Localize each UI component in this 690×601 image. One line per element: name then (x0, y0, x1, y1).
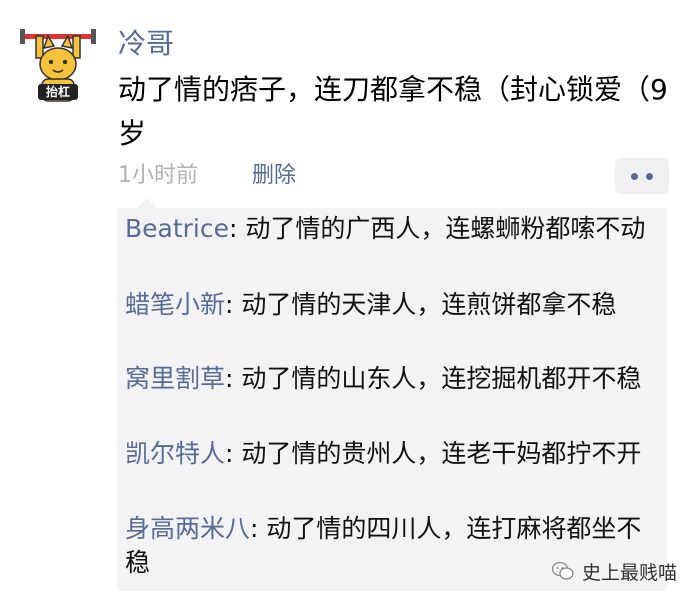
more-dot-icon (631, 173, 638, 180)
comment-text: 动了情的山东人，连挖掘机都开不稳 (241, 364, 642, 393)
comment-separator: : (250, 514, 267, 543)
delete-button[interactable]: 删除 (252, 158, 296, 194)
comment-separator: : (225, 290, 242, 319)
comment-author[interactable]: 身高两米八 (125, 514, 250, 543)
username[interactable]: 冷哥 (118, 24, 174, 64)
comments-panel: Beatrice: 动了情的广西人，连螺蛳粉都嗦不动 蜡笔小新: 动了情的天津人… (117, 198, 667, 591)
comment-item[interactable]: 蜡笔小新: 动了情的天津人，连煎饼都拿不稳 (125, 288, 655, 322)
avatar[interactable]: 抬杠 (18, 24, 98, 104)
avatar-caption: 抬杠 (45, 85, 70, 99)
comment-author[interactable]: Beatrice (125, 214, 229, 243)
watermark: 史上最贱喵 (552, 554, 677, 588)
comment-separator: : (225, 364, 242, 393)
post-text: 动了情的痞子，连刀都拿不稳（封心锁爱（9岁 (118, 73, 668, 150)
comment-separator: : (225, 439, 242, 468)
more-actions-button[interactable] (615, 158, 669, 194)
comment-author[interactable]: 窝里割草 (125, 364, 225, 393)
comment-author[interactable]: 蜡笔小新 (125, 290, 225, 319)
comments-arrow (137, 198, 157, 208)
comment-item[interactable]: 窝里割草: 动了情的山东人，连挖掘机都开不稳 (125, 362, 655, 396)
more-dot-icon (646, 173, 653, 180)
comment-text: 动了情的贵州人，连老干妈都拧不开 (241, 439, 642, 468)
comment-item[interactable]: 凯尔特人: 动了情的贵州人，连老干妈都拧不开 (125, 437, 655, 471)
moment-card: 抬杠 冷哥 动了情的痞子，连刀都拿不稳（封心锁爱（9岁 1小时前 删除 Beat… (0, 0, 690, 601)
wechat-icon (552, 561, 574, 580)
comment-separator: : (229, 214, 246, 243)
watermark-text: 史上最贱喵 (582, 561, 678, 584)
comment-text: 动了情的广西人，连螺蛳粉都嗦不动 (245, 214, 646, 243)
comment-text: 动了情的天津人，连煎饼都拿不稳 (241, 290, 617, 319)
comment-item[interactable]: Beatrice: 动了情的广西人，连螺蛳粉都嗦不动 (125, 212, 655, 246)
post-time: 1小时前 (118, 163, 198, 188)
comment-author[interactable]: 凯尔特人 (125, 439, 225, 468)
